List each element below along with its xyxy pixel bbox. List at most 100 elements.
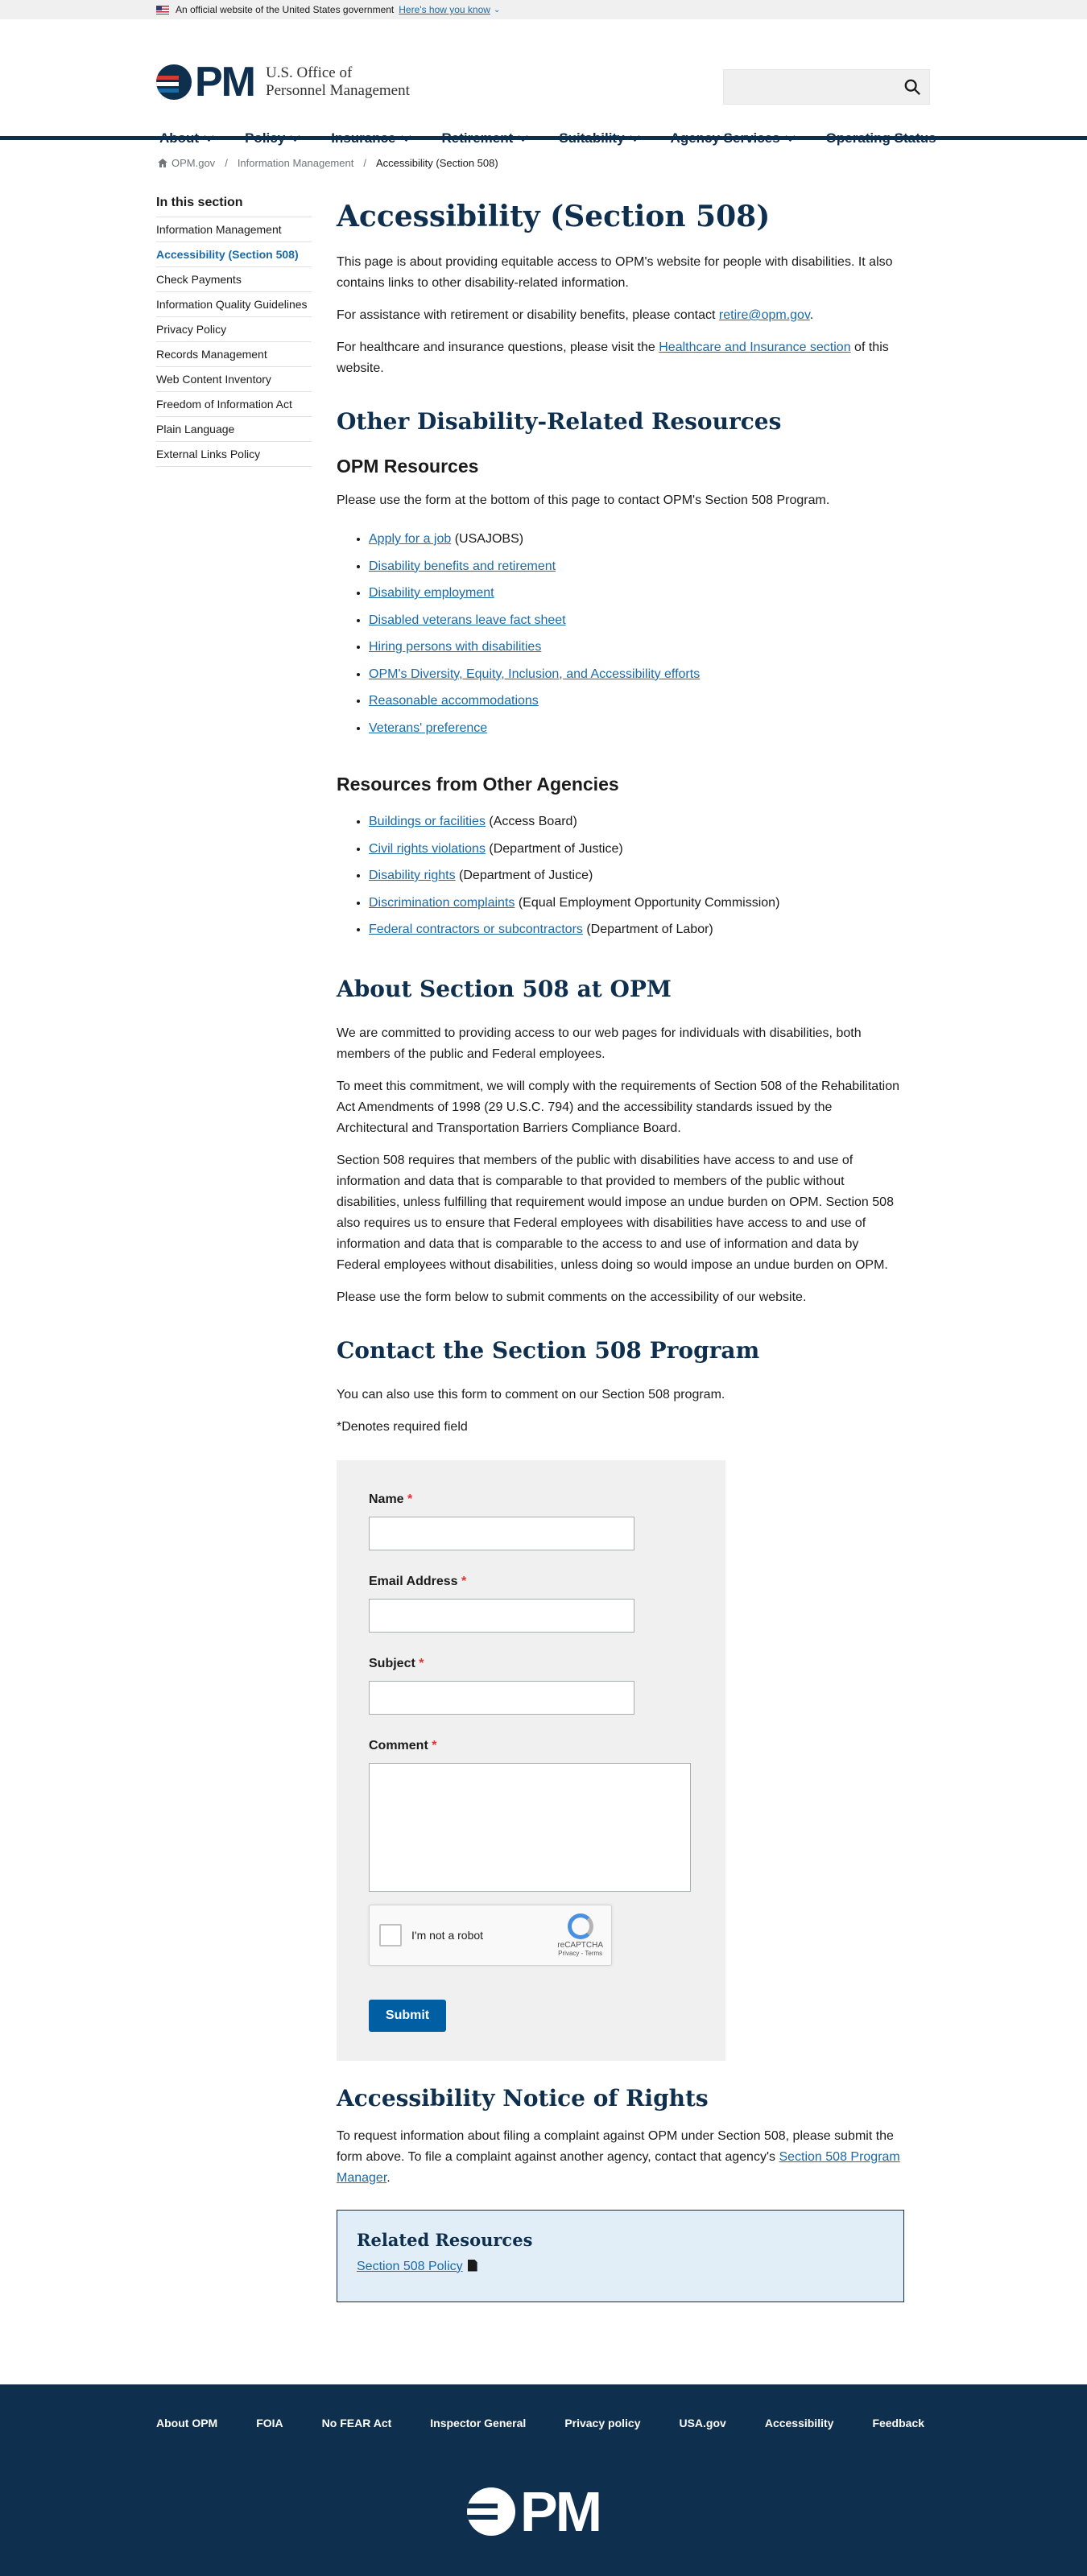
opm-logo[interactable]: PM U.S. Office of Personnel Management xyxy=(156,61,410,103)
agency-name-line2: Personnel Management xyxy=(266,82,410,99)
chevron-down-icon xyxy=(204,131,214,142)
recaptcha-checkbox[interactable] xyxy=(379,1923,402,1946)
hiring-persons-link[interactable]: Hiring persons with disabilities xyxy=(369,640,541,654)
buildings-facilities-link[interactable]: Buildings or facilities xyxy=(369,815,486,828)
footer-links: About OPM FOIA No FEAR Act Inspector Gen… xyxy=(156,2417,924,2429)
search-input[interactable] xyxy=(723,69,930,105)
recaptcha-label: I'm not a robot xyxy=(411,1928,484,1942)
related-resources-heading: Related Resources xyxy=(357,2229,533,2250)
section-sidebar: In this section Information Management A… xyxy=(156,196,312,467)
sidebar-item-records-management[interactable]: Records Management xyxy=(156,342,312,367)
sidebar-item-information-management[interactable]: Information Management xyxy=(156,217,312,242)
notice-text: To request information about filing a co… xyxy=(337,2128,900,2185)
list-item: Federal contractors or subcontractors (D… xyxy=(369,916,904,943)
about-paragraph-4: Please use the form below to submit comm… xyxy=(337,1290,807,1304)
chevron-down-icon xyxy=(400,131,411,142)
sidebar-title: In this section xyxy=(156,196,312,217)
name-field[interactable] xyxy=(369,1516,634,1550)
search-icon[interactable] xyxy=(903,78,921,96)
civil-rights-link[interactable]: Civil rights violations xyxy=(369,842,486,856)
disability-rights-link[interactable]: Disability rights xyxy=(369,869,456,882)
deia-efforts-link[interactable]: OPM's Diversity, Equity, Inclusion, and … xyxy=(369,667,700,681)
email-field[interactable] xyxy=(369,1598,634,1633)
opm-resources-list: Apply for a job (USAJOBS) Disability ben… xyxy=(369,526,904,741)
breadcrumb-home[interactable]: OPM.gov xyxy=(172,157,215,169)
nav-agency-services[interactable]: Agency Services xyxy=(671,130,796,147)
disability-benefits-link[interactable]: Disability benefits and retirement xyxy=(369,559,556,573)
main-nav: About Policy Insurance Retirement Suitab… xyxy=(159,130,936,147)
sidebar-item-check-payments[interactable]: Check Payments xyxy=(156,267,312,292)
sidebar-item-plain-language[interactable]: Plain Language xyxy=(156,417,312,442)
main-content: Accessibility (Section 508) This page is… xyxy=(337,197,904,2302)
footer-link-inspector-general[interactable]: Inspector General xyxy=(430,2417,526,2429)
home-icon xyxy=(158,159,167,167)
healthcare-insurance-link[interactable]: Healthcare and Insurance section xyxy=(659,341,850,354)
apply-for-job-link[interactable]: Apply for a job xyxy=(369,532,451,546)
breadcrumb-current: Accessibility (Section 508) xyxy=(375,157,498,169)
footer-link-privacy-policy[interactable]: Privacy policy xyxy=(564,2417,640,2429)
heres-how-you-know-link[interactable]: Here's how you know xyxy=(399,4,490,15)
subject-field[interactable] xyxy=(369,1680,634,1715)
footer-link-accessibility[interactable]: Accessibility xyxy=(765,2417,834,2429)
recaptcha-widget: I'm not a robot reCAPTCHA Privacy - Term… xyxy=(369,1904,612,1966)
footer-link-no-fear-act[interactable]: No FEAR Act xyxy=(322,2417,392,2429)
federal-contractors-link[interactable]: Federal contractors or subcontractors xyxy=(369,923,583,936)
about-paragraph-3: Section 508 requires that members of the… xyxy=(337,1153,894,1272)
sidebar-item-privacy-policy[interactable]: Privacy Policy xyxy=(156,317,312,342)
nav-retirement[interactable]: Retirement xyxy=(442,130,529,147)
subject-label: Subject * xyxy=(369,1656,424,1670)
recaptcha-brand: reCAPTCHA Privacy - Terms xyxy=(557,1913,603,1957)
site-header: PM U.S. Office of Personnel Management A… xyxy=(0,19,1087,146)
disabled-veterans-leave-link[interactable]: Disabled veterans leave fact sheet xyxy=(369,613,566,627)
list-item: Disabled veterans leave fact sheet xyxy=(369,607,904,634)
sidebar-item-accessibility[interactable]: Accessibility (Section 508) xyxy=(156,242,312,267)
footer-opm-logo[interactable]: PM xyxy=(467,2483,602,2540)
opm-logo-mark-icon xyxy=(467,2487,515,2536)
breadcrumb-separator: / xyxy=(363,157,366,169)
chevron-down-icon xyxy=(290,131,301,142)
related-resources-box: Related Resources Section 508 Policy xyxy=(337,2209,904,2302)
contact-form: Name * Email Address * Subject * Comment… xyxy=(337,1459,725,2061)
submit-button[interactable]: Submit xyxy=(369,1999,446,2032)
breadcrumb-information-management[interactable]: Information Management xyxy=(238,157,354,169)
nav-insurance[interactable]: Insurance xyxy=(331,130,411,147)
sidebar-item-foia[interactable]: Freedom of Information Act xyxy=(156,392,312,417)
logo-pm-text: PM xyxy=(195,59,256,105)
gov-banner-text: An official website of the United States… xyxy=(176,4,395,15)
agency-name-line1: U.S. Office of xyxy=(266,64,353,81)
list-item: Disability employment xyxy=(369,580,904,607)
list-item: Disability rights (Department of Justice… xyxy=(369,862,904,890)
list-item: Civil rights violations (Department of J… xyxy=(369,836,904,863)
comment-label: Comment * xyxy=(369,1738,437,1752)
list-item: OPM's Diversity, Equity, Inclusion, and … xyxy=(369,661,904,688)
reasonable-accommodations-link[interactable]: Reasonable accommodations xyxy=(369,694,539,708)
footer-link-usa-gov[interactable]: USA.gov xyxy=(679,2417,725,2429)
footer-link-about-opm[interactable]: About OPM xyxy=(156,2417,217,2429)
recaptcha-icon xyxy=(567,1913,593,1939)
sidebar-item-web-content-inventory[interactable]: Web Content Inventory xyxy=(156,367,312,392)
list-item: Disability benefits and retirement xyxy=(369,553,904,580)
pdf-icon xyxy=(467,2259,477,2272)
chevron-down-icon xyxy=(518,131,529,142)
chevron-down-icon xyxy=(629,131,640,142)
nav-operating-status[interactable]: Operating Status xyxy=(826,130,936,147)
sidebar-item-external-links-policy[interactable]: External Links Policy xyxy=(156,442,312,467)
veterans-preference-link[interactable]: Veterans' preference xyxy=(369,721,487,735)
discrimination-complaints-link[interactable]: Discrimination complaints xyxy=(369,896,515,910)
nav-suitability[interactable]: Suitability xyxy=(559,130,640,147)
retire-email-link[interactable]: retire@opm.gov xyxy=(719,308,810,322)
intro-text: This page is about providing equitable a… xyxy=(337,255,893,290)
comment-field[interactable] xyxy=(369,1762,691,1892)
nav-policy[interactable]: Policy xyxy=(245,130,301,147)
nav-about[interactable]: About xyxy=(159,130,214,147)
footer-link-foia[interactable]: FOIA xyxy=(256,2417,283,2429)
chevron-down-icon[interactable]: ⌄ xyxy=(494,6,500,14)
about-paragraph-1: We are committed to providing access to … xyxy=(337,1026,862,1061)
sidebar-item-information-quality[interactable]: Information Quality Guidelines xyxy=(156,292,312,317)
section-508-policy-link[interactable]: Section 508 Policy xyxy=(357,2260,463,2273)
other-agencies-list: Buildings or facilities (Access Board) C… xyxy=(369,808,904,943)
footer-link-feedback[interactable]: Feedback xyxy=(872,2417,924,2429)
breadcrumb: OPM.gov / Information Management / Acces… xyxy=(158,157,498,169)
disability-employment-link[interactable]: Disability employment xyxy=(369,586,494,600)
notice-heading: Accessibility Notice of Rights xyxy=(337,2084,709,2112)
